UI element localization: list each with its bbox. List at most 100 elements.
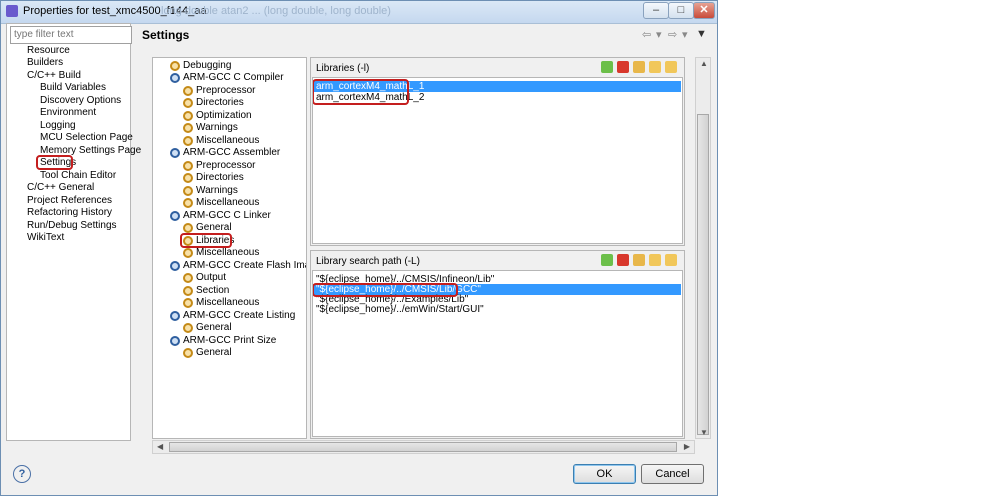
library-search-path-group: Library search path (-L) "${eclipse_home… xyxy=(310,250,685,439)
settings-icon xyxy=(183,298,193,308)
tree-item-compiler-directories[interactable]: Directories xyxy=(196,97,244,109)
scroll-down-icon[interactable]: ▼ xyxy=(700,428,708,437)
tree-item-debugging[interactable]: Debugging xyxy=(183,60,231,72)
add-icon[interactable] xyxy=(601,254,613,266)
delete-icon[interactable] xyxy=(617,254,629,266)
library-search-path-label: Library search path (-L) xyxy=(316,256,420,267)
nav-item-tool-chain-editor[interactable]: Tool Chain Editor xyxy=(40,170,116,182)
scroll-right-icon[interactable]: ▶ xyxy=(684,442,690,451)
edit-icon[interactable] xyxy=(633,254,645,266)
tree-item-assembler-directories[interactable]: Directories xyxy=(196,172,244,184)
close-button[interactable]: ✕ xyxy=(693,2,715,19)
move-down-icon[interactable] xyxy=(665,61,677,73)
library-search-path-list: "${eclipse_home}/../CMSIS/Infineon/Lib" … xyxy=(312,270,683,437)
nav-item-wikitext[interactable]: WikiText xyxy=(27,232,64,244)
tree-item-flash-output[interactable]: Output xyxy=(196,272,226,284)
minimize-button[interactable]: – xyxy=(643,2,669,19)
nav-item-logging[interactable]: Logging xyxy=(40,120,76,132)
tree-item-assembler-preprocessor[interactable]: Preprocessor xyxy=(196,160,255,172)
tree-item-c-compiler[interactable]: ARM-GCC C Compiler xyxy=(183,72,284,84)
tree-item-print-size-general[interactable]: General xyxy=(196,347,232,359)
tree-item-create-flash-image[interactable]: ARM-GCC Create Flash Image xyxy=(183,260,306,272)
settings-highlight xyxy=(36,155,73,170)
property-nav-panel: Resource Builders C/C++ Build Build Vari… xyxy=(6,23,141,441)
tree-item-compiler-warnings[interactable]: Warnings xyxy=(196,122,238,134)
nav-item-builders[interactable]: Builders xyxy=(27,57,63,69)
settings-icon xyxy=(183,198,193,208)
tree-item-assembler-miscellaneous[interactable]: Miscellaneous xyxy=(196,197,259,209)
back-menu-icon[interactable]: ▾ xyxy=(656,28,662,41)
background-window-text: long double atan2 ... (long double, long… xyxy=(161,5,391,17)
move-up-icon[interactable] xyxy=(649,254,661,266)
settings-icon xyxy=(183,98,193,108)
nav-item-mcu-selection[interactable]: MCU Selection Page xyxy=(40,132,133,144)
tool-icon xyxy=(170,261,180,271)
tree-item-compiler-miscellaneous[interactable]: Miscellaneous xyxy=(196,135,259,147)
tree-item-assembler[interactable]: ARM-GCC Assembler xyxy=(183,147,280,159)
nav-item-refactoring-history[interactable]: Refactoring History xyxy=(27,207,112,219)
settings-icon xyxy=(183,86,193,96)
settings-icon xyxy=(183,173,193,183)
settings-icon xyxy=(170,61,180,71)
vertical-scrollbar[interactable]: ▲ ▼ xyxy=(695,57,711,439)
maximize-button[interactable]: □ xyxy=(668,2,694,19)
settings-icon xyxy=(183,111,193,121)
nav-item-cpp-general[interactable]: C/C++ General xyxy=(27,182,94,194)
settings-icon xyxy=(183,136,193,146)
tree-item-flash-section[interactable]: Section xyxy=(196,285,229,297)
back-icon[interactable]: ⇦ xyxy=(642,28,651,41)
nav-item-build-variables[interactable]: Build Variables xyxy=(40,82,106,94)
tool-settings-tree: Debugging ARM-GCC C Compiler Preprocesso… xyxy=(152,57,307,439)
libraries-group: Libraries (-l) arm_cortexM4_mathL_1 arm_… xyxy=(310,57,685,246)
move-up-icon[interactable] xyxy=(649,61,661,73)
settings-icon xyxy=(183,286,193,296)
tree-item-print-size[interactable]: ARM-GCC Print Size xyxy=(183,335,276,347)
nav-item-cpp-build[interactable]: C/C++ Build xyxy=(27,70,81,82)
add-icon[interactable] xyxy=(601,61,613,73)
nav-item-environment[interactable]: Environment xyxy=(40,107,96,119)
settings-icon xyxy=(183,323,193,333)
view-menu-icon[interactable]: ▼ xyxy=(696,28,707,40)
tool-icon xyxy=(170,311,180,321)
delete-icon[interactable] xyxy=(617,61,629,73)
settings-icon xyxy=(183,186,193,196)
forward-menu-icon[interactable]: ▾ xyxy=(682,28,688,41)
libraries-list-highlight xyxy=(313,79,409,105)
tree-item-compiler-optimization[interactable]: Optimization xyxy=(196,110,252,122)
forward-icon[interactable]: ⇨ xyxy=(668,28,677,41)
history-navigation: ⇦ ▾ ⇨ ▾ ▼ xyxy=(642,28,708,41)
filter-input[interactable] xyxy=(10,26,132,44)
settings-icon xyxy=(183,161,193,171)
horizontal-scrollbar[interactable]: ◀ ▶ xyxy=(152,440,695,454)
tree-item-linker[interactable]: ARM-GCC C Linker xyxy=(183,210,271,222)
nav-item-discovery-options[interactable]: Discovery Options xyxy=(40,95,121,107)
tree-item-listing-general[interactable]: General xyxy=(196,322,232,334)
nav-item-resource[interactable]: Resource xyxy=(27,45,70,57)
ok-button[interactable]: OK xyxy=(573,464,636,484)
settings-icon xyxy=(183,223,193,233)
app-icon xyxy=(6,5,18,17)
tree-item-compiler-preprocessor[interactable]: Preprocessor xyxy=(196,85,255,97)
help-icon[interactable]: ? xyxy=(13,465,31,483)
page-title: Settings xyxy=(142,28,190,42)
vertical-scroll-thumb[interactable] xyxy=(697,114,709,435)
tree-item-linker-miscellaneous[interactable]: Miscellaneous xyxy=(196,247,259,259)
tool-icon xyxy=(170,336,180,346)
scroll-left-icon[interactable]: ◀ xyxy=(157,442,163,451)
tool-icon xyxy=(170,148,180,158)
search-path-toolbar xyxy=(601,254,681,268)
settings-icon xyxy=(183,273,193,283)
move-down-icon[interactable] xyxy=(665,254,677,266)
scroll-up-icon[interactable]: ▲ xyxy=(700,59,708,68)
nav-item-project-references[interactable]: Project References xyxy=(27,195,112,207)
edit-icon[interactable] xyxy=(633,61,645,73)
cancel-button[interactable]: Cancel xyxy=(641,464,704,484)
settings-icon xyxy=(183,123,193,133)
horizontal-scroll-thumb[interactable] xyxy=(169,442,677,452)
tree-item-create-listing[interactable]: ARM-GCC Create Listing xyxy=(183,310,295,322)
tree-item-assembler-warnings[interactable]: Warnings xyxy=(196,185,238,197)
tool-icon xyxy=(170,211,180,221)
list-item[interactable]: "${eclipse_home}/../emWin/Start/GUI" xyxy=(314,304,681,315)
tree-item-flash-miscellaneous[interactable]: Miscellaneous xyxy=(196,297,259,309)
nav-item-run-debug-settings[interactable]: Run/Debug Settings xyxy=(27,220,117,232)
